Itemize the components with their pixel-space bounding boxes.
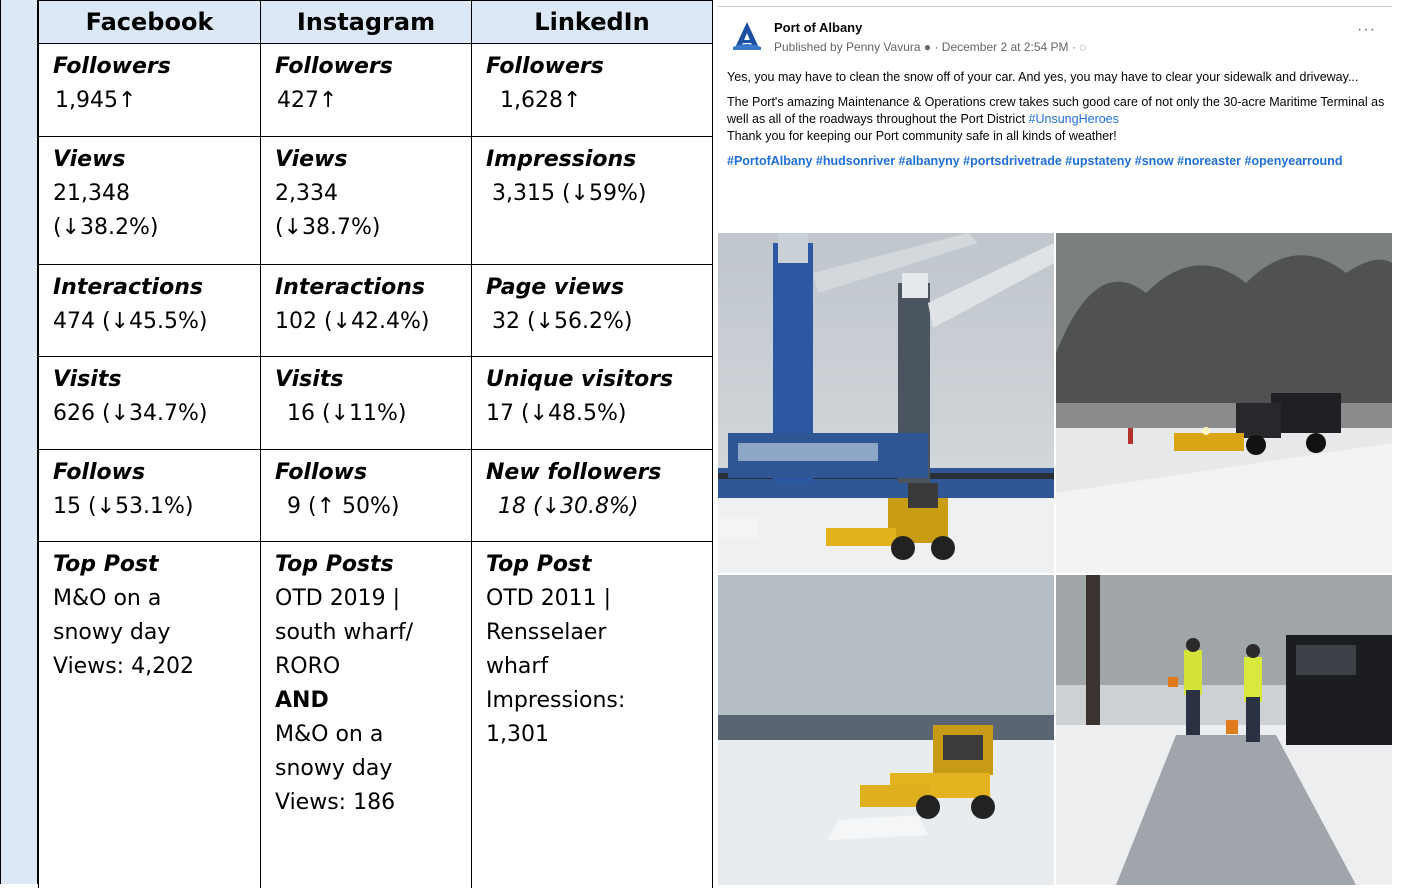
top-post-line: Impressions: bbox=[486, 688, 626, 713]
top-post-line: snowy day bbox=[275, 756, 393, 781]
table-row: Top Post M&O on a snowy day Views: 4,202… bbox=[38, 541, 713, 888]
cell-facebook-follows: Follows 15 (↓53.1%) bbox=[38, 449, 261, 542]
table-row: Followers 1,945↑ Followers 427↑ Followers 1… bbox=[38, 43, 713, 137]
cell-linkedin-impressions: Impressions 3,315 (↓59%) bbox=[471, 136, 713, 265]
post-header: Port of Albany Published by Penny Vavura… bbox=[718, 7, 1392, 67]
metric-value: 2,334 (↓38.7%) bbox=[275, 181, 381, 240]
cell-facebook-views: Views 21,348 (↓38.2%) bbox=[38, 136, 261, 265]
post-paragraph: Thank you for keeping our Port community… bbox=[727, 129, 1117, 143]
metric-label: Follows bbox=[53, 460, 146, 485]
cell-linkedin-page-views: Page views 32 (↓56.2%) bbox=[471, 264, 713, 357]
metric-label: Top Posts bbox=[275, 552, 394, 577]
post-paragraph: Yes, you may have to clean the snow off … bbox=[727, 70, 1359, 84]
metric-label: Followers bbox=[486, 54, 604, 79]
top-post-line: Views: 4,202 bbox=[53, 654, 195, 679]
cell-linkedin-unique-visitors: Unique visitors 17 (↓48.5%) bbox=[471, 356, 713, 450]
header-instagram: Instagram bbox=[260, 0, 472, 44]
metric-value: 102 (↓42.4%) bbox=[275, 309, 430, 334]
top-post-line: OTD 2011 | bbox=[486, 586, 612, 611]
sidewalk-shoveling-photo[interactable] bbox=[1056, 575, 1392, 885]
cell-instagram-follows: Follows 9 (↑ 50%) bbox=[260, 449, 472, 542]
metric-value: 3,315 (↓59%) bbox=[492, 181, 647, 206]
metric-value: 32 (↓56.2%) bbox=[492, 309, 633, 334]
table-row: Interactions 474 (↓45.5%) Interactions 102… bbox=[38, 264, 713, 357]
table-row: Views 21,348 (↓38.2%) Views 2,334 (↓38.7%)… bbox=[38, 136, 713, 265]
cell-instagram-interactions: Interactions 102 (↓42.4%) bbox=[260, 264, 472, 357]
metric-label: Followers bbox=[53, 54, 171, 79]
cell-facebook-interactions: Interactions 474 (↓45.5%) bbox=[38, 264, 261, 357]
metric-label: Top Post bbox=[53, 552, 159, 577]
cell-instagram-top-posts: Top Posts OTD 2019 | south wharf/ RORO A… bbox=[260, 541, 472, 888]
top-post-line: Views: 186 bbox=[275, 790, 396, 815]
post-text: Yes, you may have to clean the snow off … bbox=[727, 69, 1387, 178]
top-post-line: wharf bbox=[486, 654, 549, 679]
cell-instagram-followers: Followers 427↑ bbox=[260, 43, 472, 137]
post-paragraph: The Port's amazing Maintenance & Operati… bbox=[727, 94, 1387, 128]
left-margin-bar bbox=[0, 0, 38, 884]
metric-value: 17 (↓48.5%) bbox=[486, 401, 627, 426]
metric-value: 21,348 (↓38.2%) bbox=[53, 181, 159, 240]
table-row: Follows 15 (↓53.1%) Follows 9 (↑ 50%) New … bbox=[38, 449, 713, 542]
top-post-line: OTD 2019 | bbox=[275, 586, 401, 611]
metric-label: Top Post bbox=[486, 552, 592, 577]
metric-label: Unique visitors bbox=[486, 367, 674, 392]
top-post-line: RORO bbox=[275, 654, 341, 679]
table-row: Visits 626 (↓34.7%) Visits 16 (↓11%) Uniqu… bbox=[38, 356, 713, 450]
header-linkedin: LinkedIn bbox=[471, 0, 713, 44]
metric-value: 15 (↓53.1%) bbox=[53, 494, 194, 519]
social-stats-table: Facebook Instagram LinkedIn Followers 1,9… bbox=[38, 0, 713, 888]
metric-value: 626 (↓34.7%) bbox=[53, 401, 208, 426]
metric-label: Interactions bbox=[53, 275, 203, 300]
top-post-line: M&O on a bbox=[275, 722, 384, 747]
port-of-albany-logo[interactable] bbox=[730, 19, 764, 53]
plow-truck-photo[interactable] bbox=[1056, 233, 1392, 573]
metric-label: Follows bbox=[275, 460, 368, 485]
more-options-icon[interactable]: ··· bbox=[1357, 21, 1376, 39]
metric-label: Visits bbox=[275, 367, 344, 392]
cell-linkedin-new-followers: New followers 18 (↓30.8%) bbox=[471, 449, 713, 542]
metric-value: 427↑ bbox=[277, 88, 338, 113]
metric-label: Impressions bbox=[486, 147, 637, 172]
metric-value: 16 (↓11%) bbox=[287, 401, 407, 426]
cell-instagram-views: Views 2,334 (↓38.7%) bbox=[260, 136, 472, 265]
top-post-line: snowy day bbox=[53, 620, 171, 645]
metric-label: Interactions bbox=[275, 275, 425, 300]
metric-value: 9 (↑ 50%) bbox=[287, 494, 400, 519]
metric-label: Visits bbox=[53, 367, 122, 392]
header-row: Facebook Instagram LinkedIn bbox=[38, 0, 713, 44]
top-post-line: M&O on a bbox=[53, 586, 162, 611]
metric-value: 474 (↓45.5%) bbox=[53, 309, 208, 334]
post-meta: Published by Penny Vavura ● · December 2… bbox=[774, 40, 1087, 54]
metric-value: 1,945↑ bbox=[55, 88, 137, 113]
metric-label: Page views bbox=[486, 275, 625, 300]
hashtag-link[interactable]: #UnsungHeroes bbox=[1029, 112, 1119, 126]
top-post-line: 1,301 bbox=[486, 722, 549, 747]
cell-linkedin-top-post: Top Post OTD 2011 | Rensselaer wharf Imp… bbox=[471, 541, 713, 888]
cell-instagram-visits: Visits 16 (↓11%) bbox=[260, 356, 472, 450]
page-name-link[interactable]: Port of Albany bbox=[774, 20, 862, 35]
metric-label: Views bbox=[275, 147, 348, 172]
metric-value: 1,628↑ bbox=[500, 88, 582, 113]
loader-plow-photo[interactable] bbox=[718, 575, 1054, 885]
metric-value: 18 (↓30.8%) bbox=[498, 494, 639, 519]
header-facebook: Facebook bbox=[38, 0, 261, 44]
cell-facebook-visits: Visits 626 (↓34.7%) bbox=[38, 356, 261, 450]
cell-facebook-top-post: Top Post M&O on a snowy day Views: 4,202 bbox=[38, 541, 261, 888]
cell-linkedin-followers: Followers 1,628↑ bbox=[471, 43, 713, 137]
facebook-post: Port of Albany Published by Penny Vavura… bbox=[718, 6, 1392, 885]
hashtags[interactable]: #PortofAlbany #hudsonriver #albanyny #po… bbox=[727, 153, 1387, 170]
and-separator: AND bbox=[275, 688, 329, 713]
metric-label: Views bbox=[53, 147, 126, 172]
metric-label: New followers bbox=[486, 460, 662, 485]
cranes-loader-photo[interactable] bbox=[718, 233, 1054, 573]
cell-facebook-followers: Followers 1,945↑ bbox=[38, 43, 261, 137]
top-post-line: Rensselaer bbox=[486, 620, 607, 645]
photo-grid bbox=[718, 233, 1392, 885]
metric-label: Followers bbox=[275, 54, 393, 79]
top-post-line: south wharf/ bbox=[275, 620, 414, 645]
